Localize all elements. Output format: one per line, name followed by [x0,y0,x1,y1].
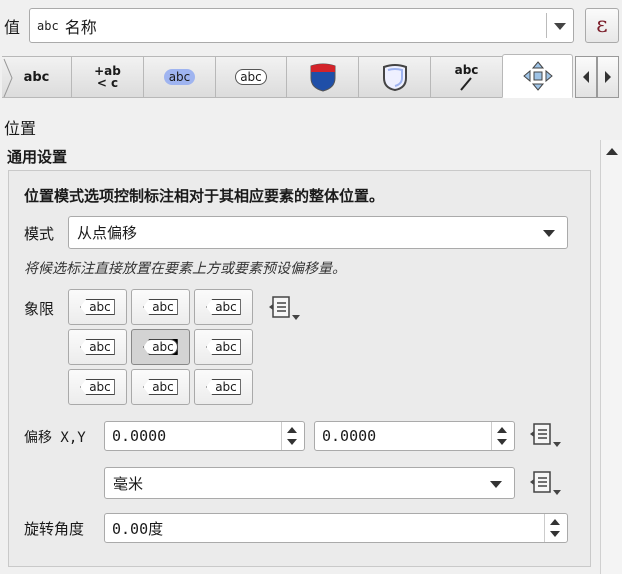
spin-up-icon[interactable] [550,519,560,525]
slash-icon [459,77,472,91]
group-title: 通用设置 [7,148,68,166]
quadrant-bottom-left-button[interactable]: abc [68,369,127,405]
tab-background[interactable]: abc [215,56,286,98]
quadrant-label-icon: abc [80,379,115,395]
quadrant-label-icon: abc [206,379,241,395]
tab-shadow[interactable] [286,56,358,98]
formatting-icon-bottom: < c [96,76,119,90]
buffer-icon: abc [163,69,196,85]
tab-buffer[interactable]: abc [143,56,215,98]
tab-text[interactable]: abc [2,56,71,98]
offset-x-value: 0.0000 [112,427,167,445]
quadrant-data-defined-button[interactable] [267,294,303,322]
mode-hint: 将候选标注直接放置在要素上方或要素预设偏移量。 [24,261,346,277]
value-field-combo[interactable]: abc 名称 [29,8,574,43]
field-type-tag: abc [37,18,59,33]
chevron-right-icon [605,71,611,83]
quadrant-label-icon: abc [143,379,178,395]
mode-label: 模式 [24,225,55,243]
quadrant-right-button[interactable]: abc [194,329,253,365]
tabs-scroll-left-button[interactable] [575,56,597,98]
quadrant-label-icon: abc [206,339,241,355]
expression-button[interactable]: ε [585,8,619,43]
quadrant-top-button[interactable]: abc [131,289,190,325]
offset-y-spinbox[interactable]: 0.0000 [314,421,515,451]
value-label: 值 [4,18,21,37]
quadrant-top-right-button[interactable]: abc [194,289,253,325]
quadrant-over-button[interactable]: abc [131,329,190,365]
spin-up-icon[interactable] [287,427,297,433]
mode-select[interactable]: 从点偏移 [68,216,568,249]
move-arrows-icon [522,61,553,91]
rotation-value: 0.00度 [112,519,164,538]
quadrant-top-left-button[interactable]: abc [68,289,127,325]
chevron-down-icon[interactable] [554,23,566,30]
spin-down-icon[interactable] [287,439,297,445]
offset-x-spinbox[interactable]: 0.0000 [104,421,305,451]
quadrant-label-icon: abc [80,299,115,315]
quadrant-left-button[interactable]: abc [68,329,127,365]
offset-y-value: 0.0000 [322,427,377,445]
shield-icon [310,63,335,92]
chevron-left-icon [583,71,589,83]
chevron-down-icon [543,230,555,237]
quadrant-bottom-button[interactable]: abc [131,369,190,405]
group-description: 位置模式选项控制标注相对于其相应要素的整体位置。 [24,187,385,205]
tabs-scroll-right-button[interactable] [597,56,619,98]
text-icon: abc [23,69,50,85]
offset-data-defined-button[interactable] [528,421,564,449]
offset-unit-value: 毫米 [113,474,144,493]
section-title: 位置 [4,119,37,138]
offset-unit-select[interactable]: 毫米 [104,467,515,499]
spin-down-icon[interactable] [497,439,507,445]
unit-data-defined-button[interactable] [528,469,564,497]
quadrant-label-icon: abc [143,299,178,315]
rotation-spinbox[interactable]: 0.00度 [104,513,568,543]
quadrant-label-icon: abc [80,339,115,355]
data-defined-icon [269,296,300,320]
data-defined-icon [530,471,561,495]
vertical-scrollbar[interactable] [600,140,622,574]
background-icon: abc [235,69,267,85]
scroll-up-icon[interactable] [606,148,618,155]
offset-label: 偏移 X,Y [24,430,86,446]
quadrant-grid: abc abc abc abc abc abc abc abc abc [68,289,258,409]
quadrant-bottom-right-button[interactable]: abc [194,369,253,405]
spin-up-icon[interactable] [497,427,507,433]
tab-formatting[interactable]: +ab < c [71,56,143,98]
mode-value: 从点偏移 [77,224,138,242]
tab-placement-line[interactable]: abc [430,56,502,98]
epsilon-icon: ε [596,13,608,38]
callout-shield-icon [382,64,407,92]
field-name: 名称 [64,17,97,37]
data-defined-icon [530,423,561,447]
quadrant-label-icon: abc [206,299,241,315]
tab-placement[interactable] [502,54,573,98]
rotation-label: 旋转角度 [24,520,85,538]
spin-down-icon[interactable] [550,531,560,537]
line-placement-icon: abc [454,63,479,77]
tab-callouts[interactable] [358,56,430,98]
chevron-down-icon [490,481,502,488]
quadrant-label-icon: abc [143,339,178,355]
quadrant-label: 象限 [24,300,55,318]
